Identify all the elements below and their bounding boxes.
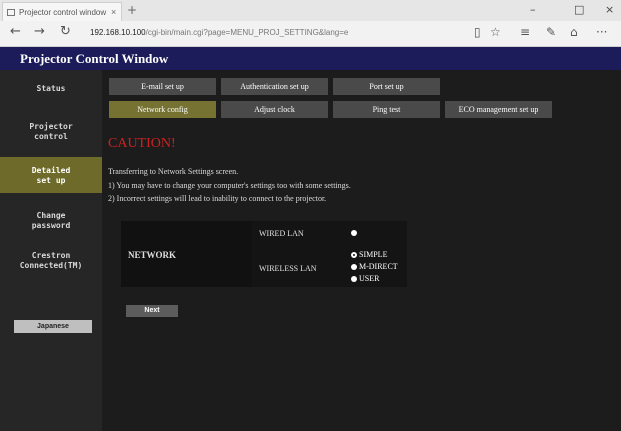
address-bar: ← → ↻ 192.168.10.100/cgi-bin/main.cgi?pa… <box>0 21 621 47</box>
sidebar-item-projector-control[interactable]: Projector control <box>0 122 102 146</box>
wireless-radio-simple[interactable]: SIMPLE <box>351 250 387 259</box>
tab-eco-management-set-up[interactable]: ECO management set up <box>445 101 552 118</box>
back-icon[interactable]: ← <box>10 24 21 39</box>
sidebar-item-change-password[interactable]: Change password <box>0 211 102 235</box>
page-icon <box>7 8 15 16</box>
tab-authentication-set-up[interactable]: Authentication set up <box>221 78 328 95</box>
radio-dot <box>351 230 357 236</box>
more-icon[interactable]: ··· <box>596 25 607 39</box>
tab-ping-test[interactable]: Ping test <box>333 101 440 118</box>
web-note-icon[interactable]: ✎ <box>546 25 556 39</box>
refresh-icon[interactable]: ↻ <box>60 24 71 39</box>
wireless-radio-user[interactable]: USER <box>351 274 379 283</box>
close-window-icon[interactable]: × <box>605 3 614 16</box>
close-tab-icon[interactable]: × <box>111 7 116 17</box>
message-line-1: 1) You may have to change your computer'… <box>108 181 351 190</box>
url-host: 192.168.10.100 <box>90 28 146 37</box>
network-label-cell: NETWORK <box>121 221 252 287</box>
japanese-button[interactable]: Japanese <box>14 320 92 333</box>
sidebar: Status Projector control Detailed set up… <box>0 70 102 431</box>
network-panel: NETWORK WIRED LAN WIRELESS LAN SIMPLE M-… <box>121 221 407 287</box>
browser-tab[interactable]: Projector control window × <box>2 2 122 21</box>
maximize-icon[interactable]: □ <box>574 3 584 16</box>
new-tab-icon[interactable]: + <box>127 3 137 17</box>
hub-icon[interactable]: ≡ <box>520 25 530 39</box>
page-title: Projector Control Window <box>0 47 621 70</box>
radio-label: SIMPLE <box>359 250 388 259</box>
sidebar-item-crestron[interactable]: Crestron Connected(TM) <box>0 251 102 275</box>
radio-label: M-DIRECT <box>359 262 398 271</box>
tab-adjust-clock[interactable]: Adjust clock <box>221 101 328 118</box>
radio-dot <box>351 275 357 282</box>
wireless-radio-m-direct[interactable]: M-DIRECT <box>351 262 398 271</box>
url-path: /cgi-bin/main.cgi?page=MENU_PROJ_SETTING… <box>145 28 349 37</box>
radio-dot-selected <box>351 251 357 258</box>
browser-tab-bar: Projector control window × + – □ × <box>0 0 621 21</box>
forward-icon[interactable]: → <box>34 24 45 39</box>
radio-dot <box>351 263 357 270</box>
tab-title: Projector control window <box>19 7 107 17</box>
tab-network-config[interactable]: Network config <box>109 101 216 118</box>
url-field[interactable]: 192.168.10.100/cgi-bin/main.cgi?page=MEN… <box>84 25 444 43</box>
sidebar-item-detailed-set-up[interactable]: Detailed set up <box>0 157 102 193</box>
message-line-2: 2) Incorrect settings will lead to inabi… <box>108 194 327 203</box>
message-intro: Transferring to Network Settings screen. <box>108 167 239 176</box>
favorite-star-icon[interactable]: ☆ <box>490 25 501 39</box>
wireless-lan-label: WIRELESS LAN <box>259 264 317 273</box>
caution-heading: CAUTION! <box>108 136 176 151</box>
wired-lan-radio[interactable] <box>351 230 359 236</box>
reading-view-icon[interactable]: ▯ <box>474 25 481 39</box>
tab-port-set-up[interactable]: Port set up <box>333 78 440 95</box>
tab-email-set-up[interactable]: E-mail set up <box>109 78 216 95</box>
radio-label: USER <box>359 274 380 283</box>
minimize-icon[interactable]: – <box>530 3 536 16</box>
network-label: NETWORK <box>128 250 177 260</box>
wired-lan-label: WIRED LAN <box>259 229 304 238</box>
next-button[interactable]: Next <box>126 305 178 317</box>
share-icon[interactable]: ⌂ <box>570 25 578 39</box>
sidebar-item-status[interactable]: Status <box>0 84 102 98</box>
